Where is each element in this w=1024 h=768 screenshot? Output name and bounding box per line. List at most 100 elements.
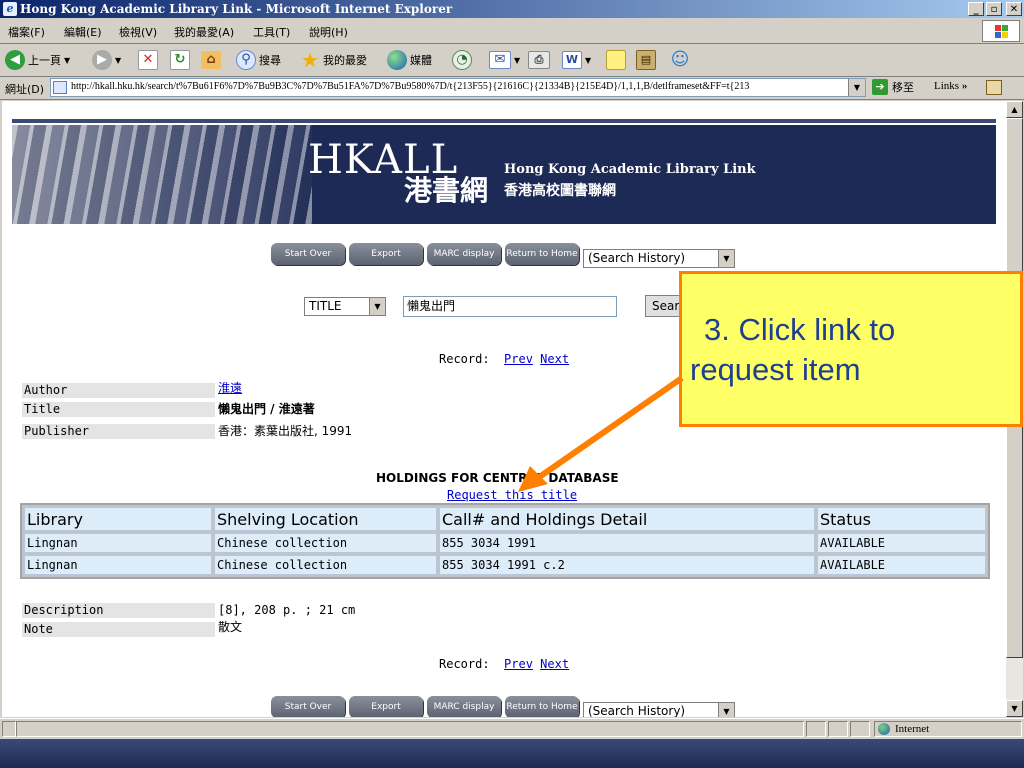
menu-bar: 檔案(F) 編輯(E) 檢視(V) 我的最愛(A) 工具(T) 說明(H)	[0, 19, 1024, 44]
discuss-button[interactable]	[606, 48, 626, 72]
search-field-dropdown-icon[interactable]: ▼	[369, 298, 385, 315]
address-input[interactable]: http://hkall.hku.hk/search/t%7Bu61F6%7D%…	[50, 78, 866, 97]
holdings-header-row: Library Shelving Location Call# and Hold…	[24, 507, 986, 531]
call-number-cell: 855 3034 1991	[439, 533, 815, 553]
home-icon: ⌂	[201, 51, 221, 69]
address-url: http://hkall.hku.hk/search/t%7Bu61F6%7D%…	[71, 81, 750, 92]
history-button[interactable]: ◔	[452, 48, 472, 72]
research-button[interactable]: ▤	[636, 48, 656, 72]
status-page-icon	[2, 721, 16, 737]
title-value: 懶鬼出門 / 淮遠著	[218, 402, 315, 416]
status-seg-1	[806, 721, 826, 737]
mail-button[interactable]: ✉ ▼	[489, 48, 520, 72]
refresh-button[interactable]: ↻	[170, 48, 190, 72]
security-zone-label: Internet	[895, 723, 930, 735]
status-text	[16, 721, 804, 737]
stop-icon: ✕	[138, 50, 158, 70]
start-over-button-bottom[interactable]: Start Over	[271, 696, 345, 717]
export-button[interactable]: Export	[349, 243, 423, 265]
menu-file[interactable]: 檔案(F)	[8, 24, 45, 40]
scroll-up-icon[interactable]: ▲	[1006, 101, 1023, 118]
forward-button[interactable]: ▶ ▼	[92, 48, 121, 72]
edit-button[interactable]: W ▼	[562, 48, 591, 72]
flag-green	[1002, 25, 1008, 31]
status-cell: AVAILABLE	[817, 555, 986, 575]
library-cell: Lingnan	[24, 555, 212, 575]
media-label: 媒體	[410, 54, 432, 67]
restore-button[interactable]: ▫	[986, 2, 1002, 16]
favorites-star-icon: ★	[301, 48, 319, 72]
menu-view[interactable]: 檢視(V)	[119, 24, 157, 40]
favorites-button[interactable]: ★ 我的最愛	[300, 48, 367, 72]
note-icon	[606, 50, 626, 70]
request-title-link[interactable]: Request this title	[447, 488, 577, 502]
menu-tools[interactable]: 工具(T)	[253, 24, 290, 40]
banner-logo-zh: 港書網	[404, 174, 489, 207]
mail-dropdown-icon[interactable]: ▼	[514, 56, 520, 65]
toolbar-extra-icon[interactable]	[986, 80, 1002, 95]
edit-word-icon: W	[562, 51, 582, 69]
banner-name-zh: 香港高校圖書聯網	[504, 183, 616, 199]
author-link[interactable]: 淮遠	[218, 381, 242, 396]
export-button-bottom[interactable]: Export	[349, 696, 423, 717]
scroll-down-icon[interactable]: ▼	[1006, 700, 1023, 717]
next-link[interactable]: Next	[540, 657, 569, 671]
address-dropdown-icon[interactable]: ▼	[848, 79, 865, 96]
search-history-dropdown-icon[interactable]: ▼	[718, 250, 734, 267]
media-button[interactable]: 媒體	[387, 48, 432, 72]
messenger-people-icon: ☺	[670, 49, 690, 70]
links-button[interactable]: Links »	[934, 80, 967, 92]
status-bar: Internet	[0, 718, 1024, 739]
forward-dropdown-icon[interactable]: ▼	[115, 56, 121, 65]
history-icon: ◔	[452, 50, 472, 70]
record-nav-bottom: Record: Prev Next	[439, 657, 569, 671]
menu-edit[interactable]: 編輯(E)	[64, 24, 102, 40]
search-label: 搜尋	[259, 54, 281, 67]
return-home-button[interactable]: Return to Home	[505, 243, 579, 265]
prev-link[interactable]: Prev	[504, 657, 533, 671]
search-button[interactable]: ⚲ 搜尋	[236, 48, 281, 72]
table-row: Lingnan Chinese collection 855 3034 1991…	[24, 533, 986, 553]
window-title: Hong Kong Academic Library Link - Micros…	[20, 2, 453, 16]
back-button[interactable]: ◀ 上一頁 ▼	[5, 48, 70, 72]
start-over-button[interactable]: Start Over	[271, 243, 345, 265]
hkall-banner: HKALL 港書網 Hong Kong Academic Library Lin…	[12, 125, 996, 224]
flag-yellow	[1002, 32, 1008, 38]
home-button[interactable]: ⌂	[201, 48, 221, 72]
search-history-value: (Search History)	[588, 704, 686, 717]
security-zone: Internet	[874, 721, 1022, 737]
messenger-button[interactable]: ☺	[670, 48, 690, 72]
links-label: Links	[934, 80, 960, 92]
marc-display-button-bottom[interactable]: MARC display	[427, 696, 501, 717]
links-chevron-icon: »	[961, 80, 968, 92]
description-label: Description	[22, 603, 215, 618]
prev-link[interactable]: Prev	[504, 352, 533, 366]
next-link[interactable]: Next	[540, 352, 569, 366]
edit-dropdown-icon[interactable]: ▼	[585, 56, 591, 65]
mail-icon: ✉	[489, 51, 511, 69]
publisher-value: 香港：素葉出版社, 1991	[218, 424, 353, 438]
minimize-button[interactable]: _	[968, 2, 984, 16]
location-cell: Chinese collection	[214, 555, 437, 575]
search-input[interactable]: 懶鬼出門	[403, 296, 617, 317]
book-pages-image	[12, 125, 312, 224]
callout-text: 3. Click link to request item	[690, 310, 1010, 390]
menu-favorites[interactable]: 我的最愛(A)	[174, 24, 234, 40]
return-home-button-bottom[interactable]: Return to Home	[505, 696, 579, 717]
search-history-select[interactable]: (Search History) ▼	[583, 249, 735, 268]
back-dropdown-icon[interactable]: ▼	[64, 56, 70, 65]
back-label: 上一頁	[28, 54, 61, 67]
stop-button[interactable]: ✕	[138, 48, 158, 72]
menu-help[interactable]: 說明(H)	[309, 24, 348, 40]
go-arrow-icon: ➔	[872, 79, 888, 95]
go-button[interactable]: ➔ 移至	[872, 79, 914, 95]
library-cell: Lingnan	[24, 533, 212, 553]
marc-display-button[interactable]: MARC display	[427, 243, 501, 265]
ie-logo-icon: e	[3, 2, 17, 16]
close-button[interactable]: ✕	[1006, 2, 1022, 16]
search-history-select-bottom[interactable]: (Search History) ▼	[583, 702, 735, 717]
search-history-dropdown-icon[interactable]: ▼	[718, 703, 734, 717]
callout-line-1: 3. Click link to	[704, 312, 896, 347]
search-field-select[interactable]: TITLE ▼	[304, 297, 386, 316]
print-button[interactable]: ⎙	[528, 48, 550, 72]
